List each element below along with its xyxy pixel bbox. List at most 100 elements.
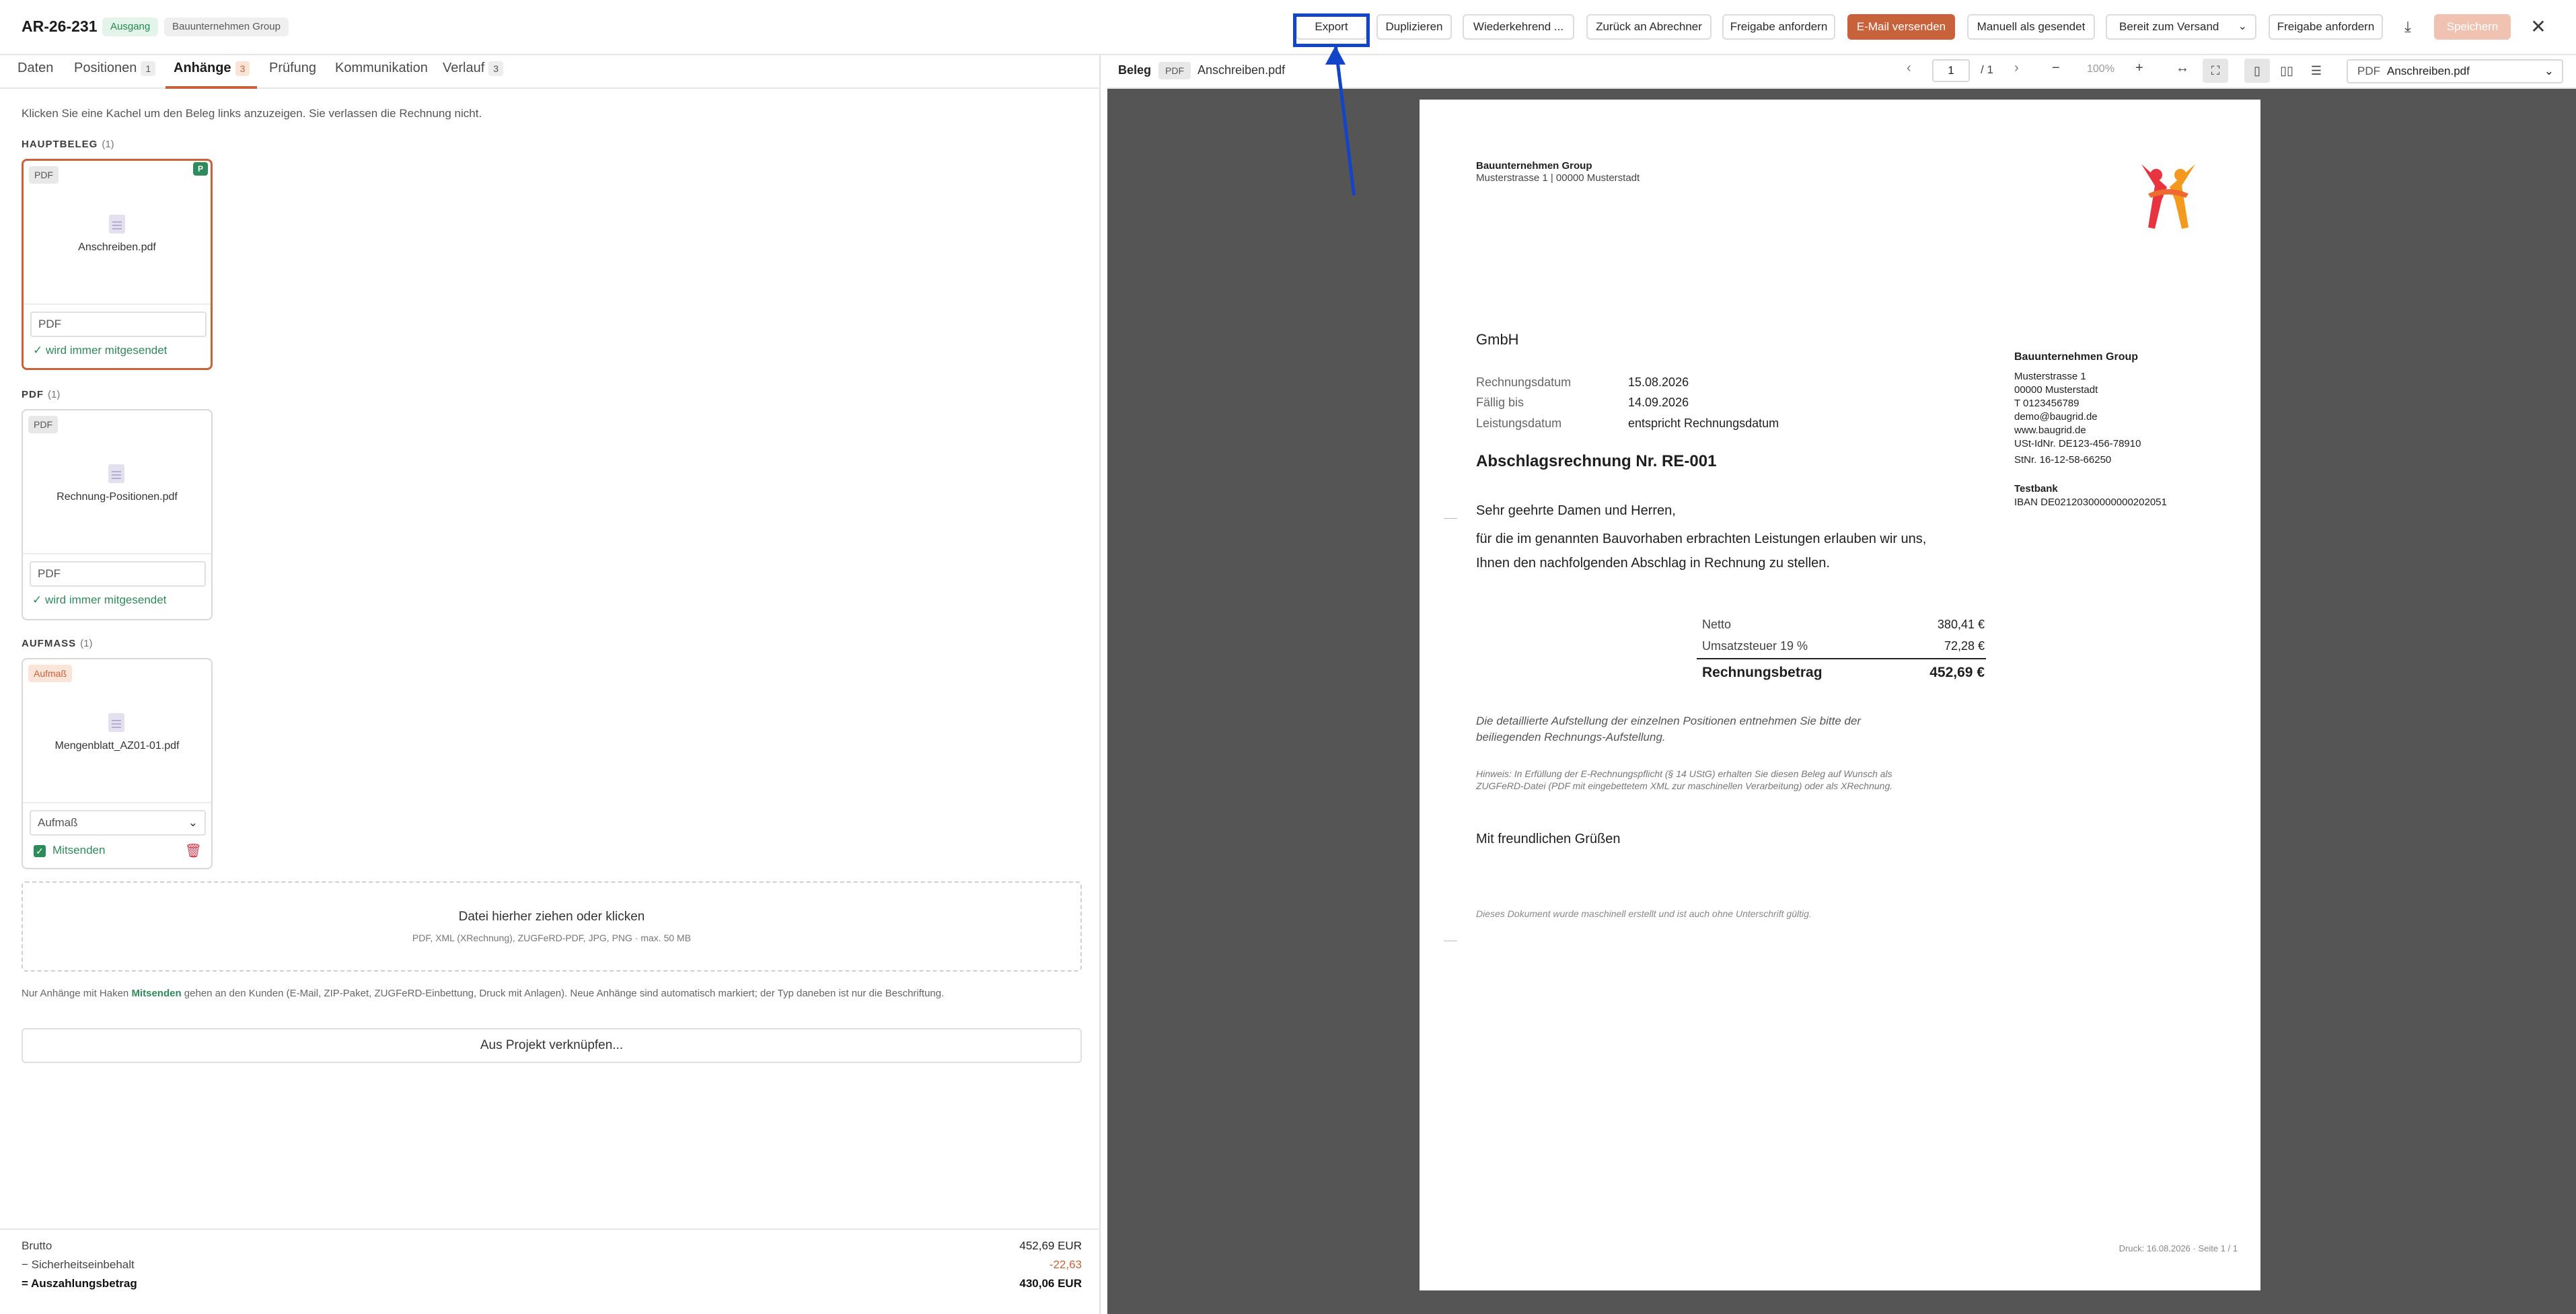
totals-summary: Brutto 452,69 EUR − Sicherheitseinbehalt -… [0, 1229, 1101, 1314]
tab-positionen[interactable]: Positionen 1 [74, 61, 156, 76]
attachment-preview[interactable]: PDF P Anschreiben.pdf [24, 161, 211, 305]
dropzone-title: Datei hierher ziehen oder klicken [458, 910, 645, 924]
viewer-type-badge: PDF [1158, 62, 1191, 79]
section-title-pdf: PDF (1) [22, 389, 61, 400]
zoom-in-icon[interactable]: + [2135, 61, 2143, 76]
erechnung-hint-2: ZUGFeRD-Datei (PDF mit eingebettetem XML… [1476, 780, 1893, 791]
always-sent-label: ✓ wird immer mitgesendet [32, 593, 167, 606]
attachment-card-aufmass[interactable]: Aufmaß Mengenblatt_AZ01-01.pdf Aufmaß ⌄ ✓… [22, 658, 213, 869]
attachment-filename: Mengenblatt_AZ01-01.pdf [54, 740, 180, 752]
attachment-preview[interactable]: Aufmaß Mengenblatt_AZ01-01.pdf [23, 659, 211, 803]
tab-bar: Daten Positionen 1 Anhänge 3 Prüfung Kommu… [0, 55, 1101, 89]
sidebar-web: www.baugrid.de [2014, 425, 2086, 436]
tab-pruefung[interactable]: Prüfung [269, 61, 316, 76]
send-email-button[interactable]: E-Mail versenden [1847, 14, 1955, 40]
machine-generated-note: Dieses Dokument wurde maschinell erstell… [1476, 908, 1812, 919]
single-page-icon[interactable]: ▯ [2244, 59, 2270, 83]
export-highlight-box [1293, 13, 1370, 47]
document-viewer: Beleg PDF Anschreiben.pdf ‹ 1 / 1 › − 10… [1107, 55, 2576, 1314]
attachment-card-pdf[interactable]: PDF Rechnung-Positionen.pdf PDF ✓ wird i… [22, 409, 213, 620]
two-page-icon[interactable]: ▯▯ [2274, 59, 2299, 83]
direction-tag: Ausgang [102, 17, 159, 36]
attachment-type-field[interactable]: PDF [30, 312, 207, 337]
sidebar-company: Bauunternehmen Group [2014, 351, 2139, 363]
file-dropzone[interactable]: Datei hierher ziehen oder klicken PDF, X… [22, 881, 1082, 972]
attachment-type-select[interactable]: Aufmaß ⌄ [30, 810, 206, 836]
meta-label: Rechnungsdatum [1476, 375, 1572, 389]
meta-value: 14.09.2026 [1628, 396, 1689, 409]
viewer-label: Beleg [1118, 63, 1152, 77]
file-icon [108, 713, 124, 732]
top-toolbar: AR-26-231 Ausgang Bauunternehmen Group E… [0, 0, 2576, 55]
attachment-card-main[interactable]: PDF P Anschreiben.pdf PDF ✓ wird immer m… [22, 159, 213, 370]
sidebar-vat-id: USt-IdNr. DE123-456-78910 [2014, 438, 2141, 449]
tab-count: 1 [141, 61, 156, 76]
attachment-filename: Rechnung-Positionen.pdf [57, 491, 178, 503]
closing: Mit freundlichen Grüßen [1476, 832, 1621, 846]
chevron-left-icon[interactable]: ‹ [1907, 61, 1911, 76]
document-id: AR-26-231 [22, 17, 98, 35]
zoom-level: 100% [2087, 63, 2114, 75]
pdf-page: Bauunternehmen Group Musterstrasse 1 | 0… [1420, 100, 2260, 1290]
close-icon[interactable]: ✕ [2526, 14, 2551, 40]
request-approval-button[interactable]: Freigabe anfordern [1722, 14, 1835, 40]
body-text-1: für die im genannten Bauvorhaben erbrach… [1476, 532, 1927, 546]
annotation-arrow-head [1325, 46, 1346, 65]
company-logo [2141, 164, 2195, 229]
file-type-badge: PDF [28, 416, 58, 433]
tab-anhaenge[interactable]: Anhänge 3 [174, 61, 250, 76]
net-value: 380,41 € [1937, 618, 1985, 631]
chevron-right-icon[interactable]: › [2014, 61, 2019, 76]
vat-label: Umsatzsteuer 19 % [1702, 639, 1808, 653]
total-value: 452,69 € [1929, 665, 1985, 680]
fold-mark [1444, 518, 1457, 519]
sidebar-street: Musterstrasse 1 [2014, 371, 2086, 382]
save-button[interactable]: Speichern [2434, 14, 2511, 40]
total-label: Rechnungsbetrag [1702, 665, 1823, 680]
mark-sent-button[interactable]: Manuell als gesendet [1967, 14, 2095, 40]
recurring-button[interactable]: Wiederkehrend ... [1463, 14, 1574, 40]
scroll-mode-icon[interactable]: ☰ [2304, 59, 2329, 83]
details-note-1: Die detaillierte Aufstellung der einzeln… [1476, 715, 1862, 727]
invoice-editor: AR-26-231 Ausgang Bauunternehmen Group E… [0, 0, 2576, 1314]
attachment-preview[interactable]: PDF Rechnung-Positionen.pdf [23, 410, 211, 554]
page-number-input[interactable]: 1 [1932, 59, 1970, 82]
document-select[interactable]: PDF Anschreiben.pdf ⌄ [2347, 59, 2563, 83]
vat-value: 72,28 € [1944, 639, 1985, 653]
zoom-out-icon[interactable]: − [2052, 61, 2060, 76]
details-note-2: beiliegenden Rechnungs-Aufstellung. [1476, 731, 1666, 743]
sidebar-bank: Testbank [2014, 483, 2058, 495]
sender-name: Bauunternehmen Group [1476, 160, 1592, 172]
main-document-badge: P [193, 162, 208, 176]
fit-width-icon[interactable]: ↔ [2176, 61, 2189, 76]
sum-divider [1697, 658, 1986, 659]
tab-verlauf[interactable]: Verlauf 3 [443, 61, 504, 76]
invoice-title: Abschlagsrechnung Nr. RE-001 [1476, 452, 1717, 470]
attachments-hint: Klicken Sie eine Kachel um den Beleg lin… [22, 107, 482, 120]
detail-panel: Daten Positionen 1 Anhänge 3 Prüfung Kommu… [0, 55, 1101, 1314]
request-approval-button-2[interactable]: Freigabe anfordern [2269, 14, 2383, 40]
sidebar-tax-no: StNr. 16-12-58-66250 [2014, 454, 2112, 466]
download-icon[interactable]: ⤓ [2395, 14, 2421, 40]
sidebar-email: demo@baugrid.de [2014, 411, 2098, 423]
file-type-badge: PDF [29, 166, 59, 184]
body-text-2: Ihnen den nachfolgenden Abschlag in Rech… [1476, 556, 1830, 571]
link-from-project-button[interactable]: Aus Projekt verknüpfen... [22, 1028, 1082, 1063]
status-select[interactable]: Bereit zum Versand ⌄ [2106, 14, 2256, 40]
back-to-billing-button[interactable]: Zurück an Abrechner [1586, 14, 1712, 40]
send-checkbox[interactable]: ✓ [34, 845, 46, 857]
trash-icon[interactable]: 🗑 [185, 842, 202, 859]
duplicate-button[interactable]: Duplizieren [1376, 14, 1452, 40]
print-info: Druck: 16.08.2026 · Seite 1 / 1 [2119, 1243, 2238, 1253]
dropzone-formats: PDF, XML (XRechnung), ZUGFeRD-PDF, JPG, … [412, 933, 692, 943]
always-sent-label: ✓ wird immer mitgesendet [33, 344, 168, 357]
tab-kommunikation[interactable]: Kommunikation [335, 61, 428, 76]
page-total: / 1 [1981, 63, 1993, 76]
tab-daten[interactable]: Daten [17, 61, 53, 76]
status-select-value: Bereit zum Versand [2119, 20, 2219, 33]
attachment-type-field[interactable]: PDF [30, 561, 206, 587]
tab-count: 3 [235, 61, 250, 76]
file-icon [109, 215, 125, 233]
erechnung-hint-1: Hinweis: In Erfüllung der E-Rechnungspfl… [1476, 768, 1892, 779]
fit-page-icon[interactable]: ⛶ [2203, 59, 2228, 83]
